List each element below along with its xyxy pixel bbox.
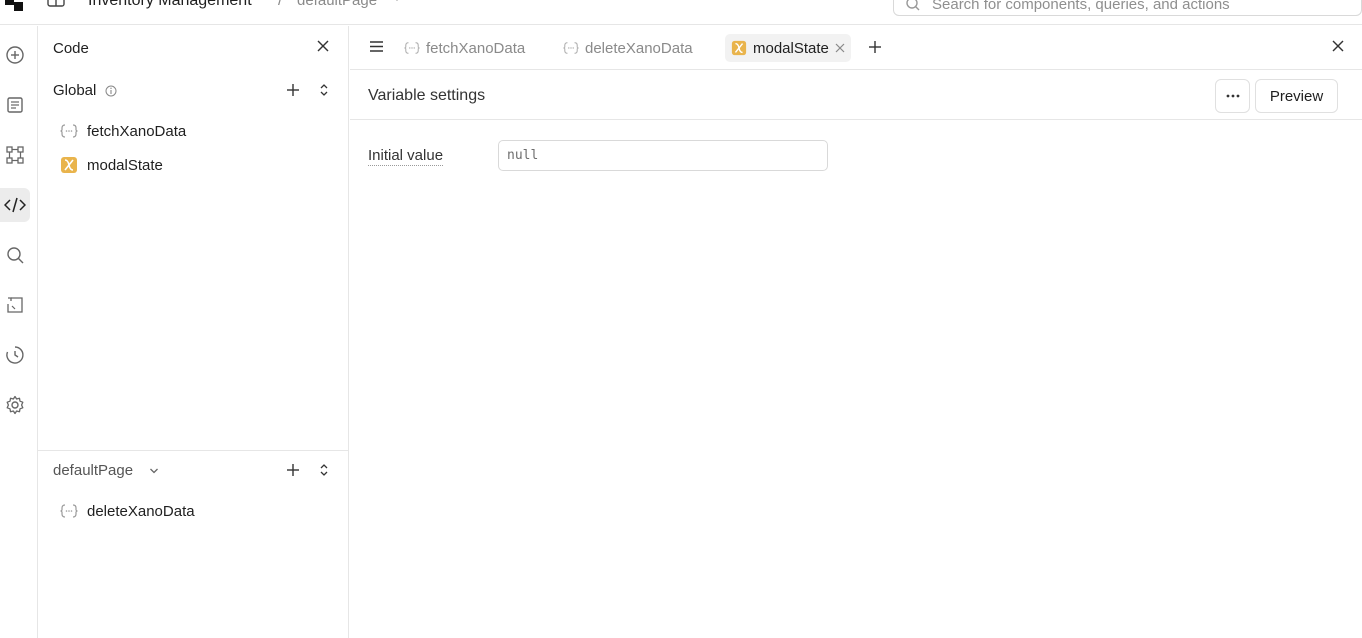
query-icon	[60, 504, 78, 518]
settings-title: Variable settings	[368, 87, 486, 104]
state-icon	[7, 297, 23, 313]
history-icon	[6, 346, 24, 364]
tab-bar: fetchXanoData deleteXanoData modalState	[350, 26, 1362, 70]
more-options-button[interactable]	[1215, 79, 1250, 113]
tab-modalstate[interactable]: modalState	[725, 34, 851, 62]
tree-item-label: fetchXanoData	[87, 122, 187, 140]
close-icon[interactable]	[835, 43, 845, 53]
top-bar: Inventory Management / defaultPage	[0, 0, 1362, 25]
add-tab-button[interactable]	[868, 40, 882, 54]
app-title[interactable]: Inventory Management	[88, 0, 252, 10]
tree-item-label: modalState	[87, 156, 163, 174]
close-icon[interactable]	[316, 39, 330, 53]
query-icon	[404, 42, 420, 54]
query-icon	[563, 42, 579, 54]
icon-rail	[0, 26, 38, 638]
tree-item-modalstate[interactable]: modalState	[60, 152, 330, 178]
menu-icon[interactable]	[369, 40, 384, 53]
page-breadcrumb[interactable]: defaultPage	[297, 0, 377, 9]
gear-icon	[6, 395, 24, 415]
variable-icon	[731, 40, 747, 56]
tab-deletexanodata[interactable]: deleteXanoData	[557, 34, 699, 62]
rail-components-button[interactable]	[0, 138, 30, 172]
tab-fetchxanodata[interactable]: fetchXanoData	[398, 34, 531, 62]
tab-label: modalState	[753, 39, 829, 57]
rail-search-button[interactable]	[0, 238, 30, 272]
global-search[interactable]	[893, 0, 1362, 16]
settings-header: Variable settings Preview	[350, 70, 1362, 120]
rail-history-button[interactable]	[0, 338, 30, 372]
document-icon	[7, 97, 23, 113]
global-section-title: Global	[53, 82, 97, 99]
rail-add-button[interactable]	[0, 38, 30, 72]
layout-icon[interactable]	[47, 0, 65, 7]
tree-item-deletexanodata[interactable]: deleteXanoData	[60, 498, 330, 524]
tree-item-fetchxanodata[interactable]: fetchXanoData	[60, 118, 330, 144]
panel-title: Code	[53, 40, 89, 57]
rail-state-button[interactable]	[0, 288, 30, 322]
rail-pages-button[interactable]	[0, 88, 30, 122]
components-icon	[6, 146, 24, 164]
initial-value-input[interactable]	[498, 140, 828, 171]
page-section-title[interactable]: defaultPage	[53, 462, 133, 479]
initial-value-label: Initial value	[368, 147, 444, 166]
preview-button[interactable]: Preview	[1255, 79, 1338, 113]
breadcrumb-separator: /	[278, 0, 283, 9]
add-global-button[interactable]	[286, 83, 300, 97]
rail-settings-button[interactable]	[0, 388, 30, 422]
section-divider	[38, 450, 349, 451]
expand-collapse-icon[interactable]	[318, 82, 330, 98]
chevron-down-icon[interactable]	[149, 466, 159, 476]
query-icon	[60, 124, 78, 138]
search-icon	[7, 247, 24, 264]
code-panel: Code Global fetchXanoData modalState def…	[38, 26, 349, 638]
chevron-down-icon[interactable]	[392, 0, 402, 4]
search-icon	[906, 0, 920, 11]
close-icon[interactable]	[1332, 40, 1344, 52]
rail-code-button[interactable]	[0, 188, 30, 222]
add-circle-icon	[6, 46, 24, 64]
tab-label: deleteXanoData	[585, 39, 693, 57]
tree-item-label: deleteXanoData	[87, 502, 195, 520]
search-input[interactable]	[932, 0, 1352, 15]
expand-collapse-icon[interactable]	[318, 462, 330, 478]
code-icon	[4, 197, 26, 213]
ellipsis-icon	[1226, 94, 1239, 98]
variable-icon	[61, 157, 77, 173]
app-logo-icon[interactable]	[5, 0, 25, 12]
editor-area: fetchXanoData deleteXanoData modalState	[350, 26, 1362, 638]
info-icon[interactable]	[105, 85, 117, 97]
tab-label: fetchXanoData	[426, 39, 526, 57]
add-page-item-button[interactable]	[286, 463, 300, 477]
